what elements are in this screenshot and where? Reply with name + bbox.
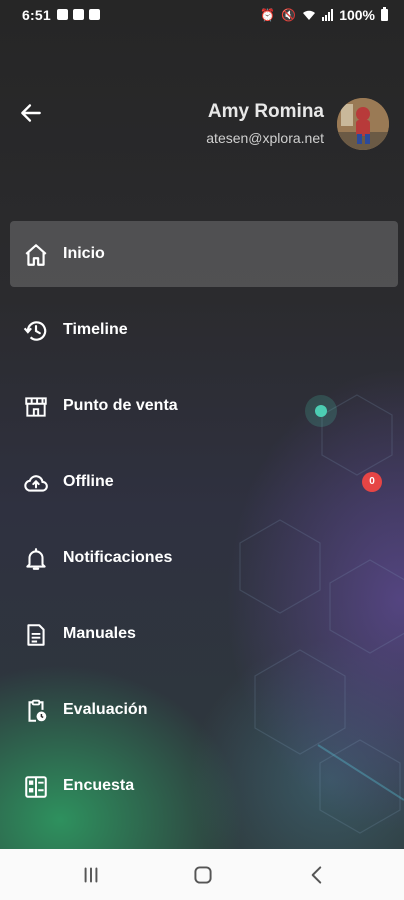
avatar[interactable] — [337, 98, 389, 150]
menu-item-timeline[interactable]: Timeline — [10, 297, 398, 363]
photo-icon — [57, 9, 68, 20]
user-email: atesen@xplora.net — [206, 130, 324, 146]
menu-label: Offline — [63, 473, 114, 490]
menu-item-offline[interactable]: Offline 0 — [10, 449, 398, 515]
menu-label: Punto de venta — [63, 397, 178, 414]
offline-count-badge: 0 — [362, 472, 382, 492]
status-notification-icons — [57, 9, 100, 20]
signal-icon — [322, 9, 334, 21]
battery-percentage: 100% — [339, 7, 375, 23]
navigation-drawer: 6:51 ⏰ 🔇 100% Amy Romina atesen@xplora.n… — [0, 0, 404, 849]
menu-item-evaluacion[interactable]: Evaluación — [10, 677, 398, 743]
app-icon — [89, 9, 100, 20]
survey-icon — [25, 776, 47, 798]
files-icon — [73, 9, 84, 20]
clipboard-clock-icon — [28, 699, 47, 722]
home-icon — [25, 244, 47, 266]
wifi-icon — [303, 10, 316, 20]
document-icon — [27, 624, 45, 646]
menu-item-manuales[interactable]: Manuales — [10, 601, 398, 667]
menu-item-punto-de-venta[interactable]: Punto de venta — [10, 373, 398, 439]
home-circle-icon[interactable] — [190, 862, 216, 888]
menu-label: Manuales — [63, 625, 136, 642]
user-name: Amy Romina — [207, 101, 324, 122]
store-icon — [25, 397, 47, 417]
recent-apps-icon[interactable] — [78, 862, 104, 888]
mute-icon: 🔇 — [281, 8, 297, 22]
status-bar: 6:51 ⏰ 🔇 100% — [0, 0, 404, 30]
history-icon — [23, 321, 47, 341]
menu-label: Evaluación — [63, 701, 148, 718]
menu-label: Encuesta — [63, 777, 135, 794]
menu-label: Notificaciones — [63, 549, 173, 566]
cloud-upload-icon — [24, 475, 48, 492]
back-chevron-icon[interactable] — [304, 862, 330, 888]
menu-item-inicio[interactable]: Inicio — [10, 221, 398, 287]
alarm-icon: ⏰ — [260, 8, 276, 22]
menu-label: Inicio — [63, 245, 105, 262]
menu-item-notificaciones[interactable]: Notificaciones — [10, 525, 398, 591]
avatar-image — [337, 98, 389, 150]
battery-icon — [381, 7, 388, 21]
bell-icon — [26, 548, 46, 570]
menu-label: Timeline — [63, 321, 128, 338]
status-time: 6:51 — [22, 7, 51, 23]
menu-item-encuesta[interactable]: Encuesta — [10, 753, 398, 819]
arrow-left-icon[interactable] — [18, 100, 44, 126]
status-system-icons: ⏰ 🔇 100% — [260, 7, 388, 23]
system-navigation-bar — [0, 849, 404, 900]
